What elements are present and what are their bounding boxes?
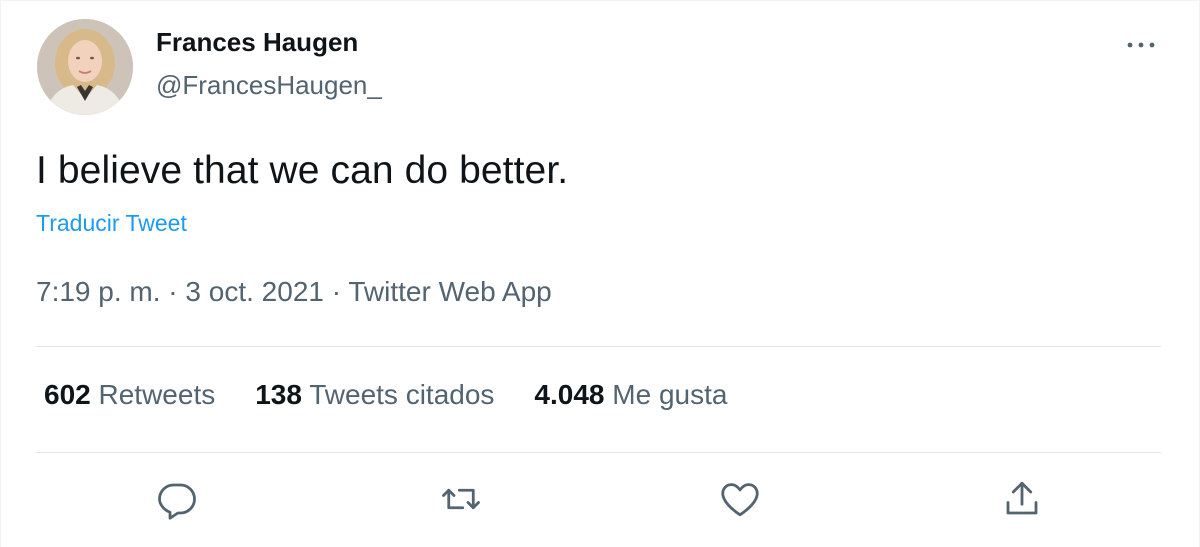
more-options-button[interactable] xyxy=(1121,31,1161,59)
tweet-text: I believe that we can do better. xyxy=(36,149,569,192)
tweet-date-link[interactable]: 3 oct. 2021 xyxy=(185,276,324,307)
likes-count: 4.048 xyxy=(534,379,605,410)
retweet-button[interactable] xyxy=(435,473,487,525)
meta-separator: · xyxy=(160,276,186,307)
author-handle[interactable]: @FrancesHaugen_ xyxy=(156,70,382,101)
divider xyxy=(36,452,1161,453)
reply-icon xyxy=(158,483,196,520)
translate-tweet-link[interactable]: Traducir Tweet xyxy=(36,210,187,237)
retweets-count: 602 xyxy=(44,379,91,410)
more-dots-icon xyxy=(1127,42,1155,48)
share-button[interactable] xyxy=(996,473,1048,525)
avatar-image xyxy=(37,19,133,115)
likes-label: Me gusta xyxy=(612,379,728,410)
tweet-card: Frances Haugen @FrancesHaugen_ I believe… xyxy=(0,0,1200,547)
reply-button[interactable] xyxy=(151,473,203,525)
retweets-label: Retweets xyxy=(98,379,216,410)
share-icon xyxy=(1006,481,1038,515)
retweet-icon xyxy=(442,488,480,510)
quotes-label: Tweets citados xyxy=(309,379,495,410)
meta-separator: · xyxy=(323,276,349,307)
quotes-count: 138 xyxy=(255,379,302,410)
author-display-name[interactable]: Frances Haugen xyxy=(156,27,358,58)
quotes-stat[interactable]: 138 Tweets citados xyxy=(255,379,494,411)
tweet-stats: 602 Retweets 138 Tweets citados 4.048 Me… xyxy=(44,379,767,411)
tweet-source-link[interactable]: Twitter Web App xyxy=(348,276,551,307)
divider xyxy=(36,346,1161,347)
likes-stat[interactable]: 4.048 Me gusta xyxy=(534,379,727,411)
tweet-time-link[interactable]: 7:19 p. m. xyxy=(36,276,161,307)
avatar[interactable] xyxy=(37,19,133,115)
tweet-meta: 7:19 p. m. · 3 oct. 2021 · Twitter Web A… xyxy=(36,276,552,308)
heart-icon xyxy=(721,483,759,517)
retweets-stat[interactable]: 602 Retweets xyxy=(44,379,215,411)
like-button[interactable] xyxy=(714,473,766,525)
